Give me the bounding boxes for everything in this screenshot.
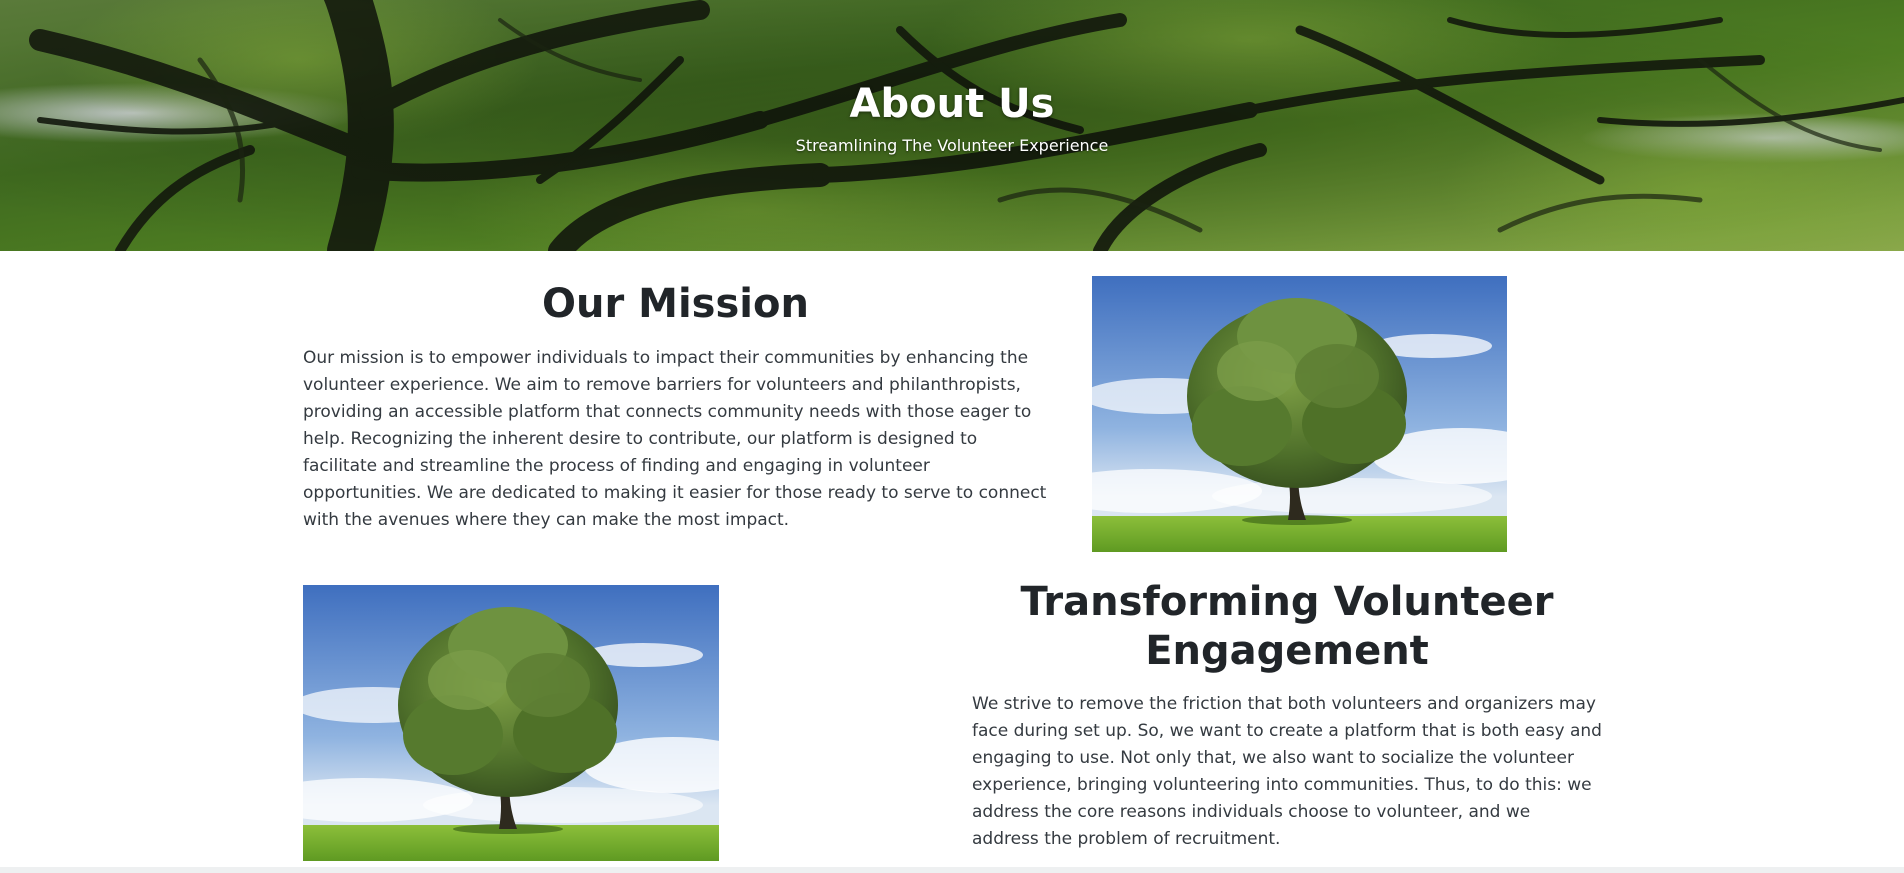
engagement-heading: Transforming Volunteer Engagement xyxy=(1020,579,1554,674)
page-subtitle: Streamlining The Volunteer Experience xyxy=(795,136,1109,155)
page-title: About Us xyxy=(849,81,1055,127)
oak-tree-illustration xyxy=(303,585,719,861)
oak-tree-image-secondary xyxy=(303,585,719,861)
mission-heading: Our Mission xyxy=(542,281,809,327)
engagement-paragraph: We strive to remove the friction that bo… xyxy=(972,694,1602,849)
hero-banner: About Us Streamlining The Volunteer Expe… xyxy=(0,0,1904,251)
oak-tree-illustration xyxy=(1092,276,1507,552)
mission-paragraph: Our mission is to empower individuals to… xyxy=(303,348,1047,530)
oak-tree-image xyxy=(1092,276,1507,552)
bottom-scroll-edge xyxy=(0,867,1904,873)
